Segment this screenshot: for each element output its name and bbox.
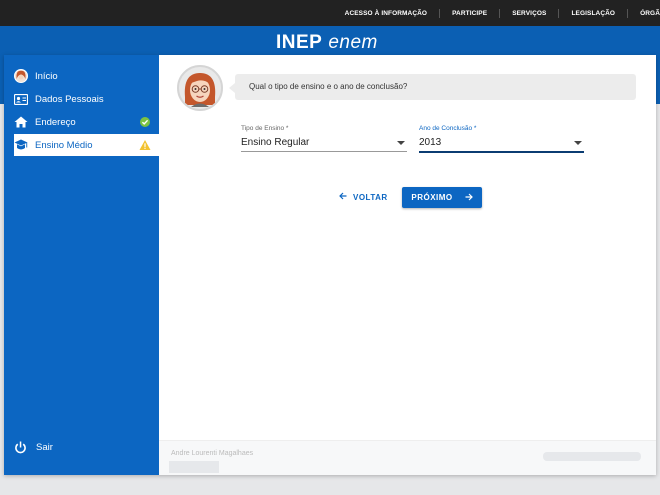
logo-enem: enem	[328, 32, 378, 53]
sidebar-item-dados-pessoais[interactable]: Dados Pessoais	[14, 88, 159, 110]
gov-top-bar: ACESSO À INFORMAÇÃO PARTICIPE SERVIÇOS L…	[0, 0, 660, 26]
sidebar-item-label: Ensino Médio	[35, 139, 93, 151]
sidebar: Início Dados Pessoais Endereço Ensino Mé…	[4, 55, 159, 475]
tipo-ensino-select[interactable]: Tipo de Ensino * Ensino Regular	[241, 125, 407, 152]
blurred-placeholder	[169, 461, 219, 473]
graduation-cap-icon	[14, 138, 28, 152]
registration-card: Início Dados Pessoais Endereço Ensino Mé…	[4, 55, 656, 475]
sidebar-item-label: Dados Pessoais	[35, 93, 104, 105]
user-name: Andre Lourenti Magalhaes	[171, 450, 254, 457]
field-underline-focused	[419, 151, 584, 153]
next-button[interactable]: PRÓXIMO	[402, 187, 482, 208]
sidebar-item-inicio[interactable]: Início	[14, 65, 159, 87]
tipo-ensino-label: Tipo de Ensino *	[241, 125, 289, 132]
arrow-left-icon	[339, 192, 347, 202]
chevron-down-icon	[397, 141, 405, 145]
ano-conclusao-label: Ano de Conclusão *	[419, 125, 477, 132]
home-icon	[14, 115, 28, 129]
sidebar-item-label: Início	[35, 70, 58, 82]
logout-button[interactable]: Sair	[14, 441, 53, 454]
blurred-placeholder	[543, 452, 641, 461]
gov-link-participe[interactable]: PARTICIPE	[440, 8, 501, 18]
sidebar-item-ensino-medio[interactable]: Ensino Médio	[14, 134, 159, 156]
sidebar-item-endereco[interactable]: Endereço	[14, 111, 159, 133]
next-label: PRÓXIMO	[411, 193, 453, 202]
logout-label: Sair	[36, 442, 53, 453]
tipo-ensino-value: Ensino Regular	[241, 137, 310, 148]
assistant-avatar	[177, 65, 223, 111]
gov-link-servicos[interactable]: SERVIÇOS	[500, 8, 560, 18]
gov-link-legislacao[interactable]: LEGISLAÇÃO	[559, 8, 629, 18]
field-underline	[241, 151, 407, 152]
arrow-right-icon	[465, 193, 473, 203]
gov-links: ACESSO À INFORMAÇÃO PARTICIPE SERVIÇOS L…	[333, 0, 660, 26]
ano-conclusao-select[interactable]: Ano de Conclusão * 2013	[419, 125, 584, 153]
logo-inep: INEP	[276, 32, 323, 53]
gov-link-acesso[interactable]: ACESSO À INFORMAÇÃO	[333, 8, 441, 18]
warning-icon	[139, 139, 151, 151]
person-avatar-icon	[14, 69, 28, 83]
id-card-icon	[14, 92, 28, 106]
chevron-down-icon	[574, 141, 582, 145]
back-button[interactable]: VOLTAR	[339, 187, 393, 207]
question-text: Qual o tipo de ensino e o ano de conclus…	[249, 82, 408, 91]
ano-conclusao-value: 2013	[419, 137, 442, 148]
gov-link-orgaos[interactable]: ÓRGÃ	[628, 9, 660, 18]
footer: Andre Lourenti Magalhaes	[159, 440, 656, 475]
check-circle-icon	[139, 116, 151, 128]
main-content: Qual o tipo de ensino e o ano de conclus…	[159, 55, 656, 475]
inep-enem-logo[interactable]: INEP enem	[276, 32, 378, 54]
sidebar-item-label: Endereço	[35, 116, 76, 128]
back-label: VOLTAR	[353, 192, 388, 202]
power-icon	[14, 441, 27, 454]
assistant-speech-bubble: Qual o tipo de ensino e o ano de conclus…	[229, 74, 636, 100]
